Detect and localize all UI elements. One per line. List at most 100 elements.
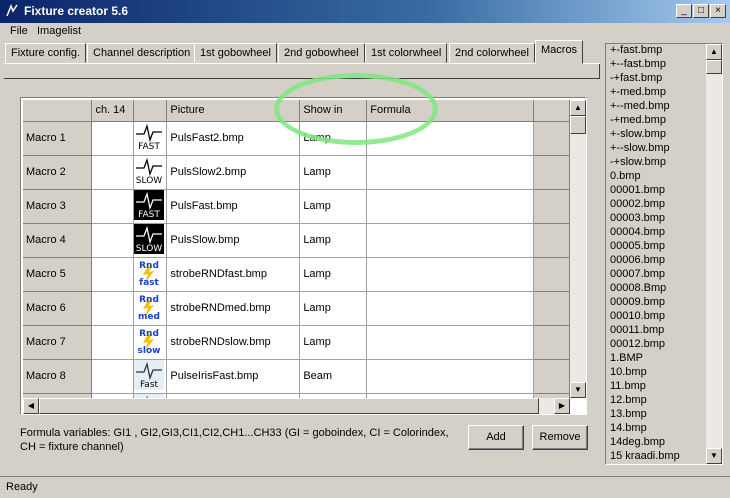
picture-cell[interactable]: PulsSlow2.bmp — [166, 155, 301, 190]
list-item[interactable]: 00003.bmp — [608, 212, 706, 226]
scroll-up-arrow-icon[interactable]: ▲ — [570, 100, 586, 116]
list-item[interactable]: 10.bmp — [608, 366, 706, 380]
grid-horizontal-scrollbar[interactable]: ◀ ▶ — [23, 398, 570, 414]
table-row[interactable]: Macro 1 FAST PulsFast2.bmp Lamp — [23, 121, 570, 156]
list-item[interactable]: 00008.Bmp — [608, 282, 706, 296]
list-item[interactable]: +--fast.bmp — [608, 58, 706, 72]
formula-cell[interactable] — [366, 121, 535, 156]
table-row[interactable]: Macro 6 Rnd med strobeRNDmed.bmp Lamp — [23, 291, 570, 326]
ch14-cell[interactable] — [91, 223, 135, 258]
formula-cell[interactable] — [366, 291, 535, 326]
show-in-cell[interactable]: Lamp — [299, 155, 368, 190]
tab-1st-gobowheel[interactable]: 1st gobowheel — [194, 43, 277, 63]
imagelist-box[interactable]: +-fast.bmp +--fast.bmp -+fast.bmp +-med.bmp… — [605, 43, 723, 465]
list-item[interactable]: -+fast.bmp — [608, 72, 706, 86]
scroll-left-arrow-icon[interactable]: ◀ — [23, 398, 39, 414]
header-formula[interactable]: Formula — [366, 100, 535, 122]
table-row[interactable]: Macro 5 Rnd fast strobeRNDfast.bmp Lamp — [23, 257, 570, 292]
tab-2nd-colorwheel[interactable]: 2nd colorwheel — [449, 43, 535, 63]
table-row[interactable]: Macro 8 Fast PulseIrisFast.bmp Beam — [23, 359, 570, 394]
picture-cell[interactable]: PulsFast.bmp — [166, 189, 301, 224]
minimize-button[interactable]: _ — [676, 4, 692, 18]
show-in-cell[interactable]: Lamp — [299, 223, 368, 258]
list-item[interactable]: 11.bmp — [608, 380, 706, 394]
list-item[interactable]: +--med.bmp — [608, 100, 706, 114]
tab-2nd-gobowheel[interactable]: 2nd gobowheel — [278, 43, 365, 63]
tab-channel-description[interactable]: Channel description — [87, 43, 197, 63]
list-item[interactable]: 13.bmp — [608, 408, 706, 422]
formula-cell[interactable] — [366, 189, 535, 224]
list-item[interactable]: 15 kraadi.bmp — [608, 450, 706, 464]
scroll-thumb[interactable] — [570, 116, 586, 134]
show-in-cell[interactable]: Lamp — [299, 325, 368, 360]
list-scroll-down-icon[interactable]: ▼ — [706, 448, 722, 464]
maximize-button[interactable]: □ — [693, 4, 709, 18]
ch14-cell[interactable] — [91, 155, 135, 190]
tab-fixture-config[interactable]: Fixture config. — [5, 43, 87, 63]
imagelist-scrollbar[interactable]: ▲ ▼ — [706, 44, 722, 464]
header-picture[interactable]: Picture — [166, 100, 301, 122]
list-item[interactable]: 14deg.bmp — [608, 436, 706, 450]
remove-button[interactable]: Remove — [532, 425, 588, 450]
list-scroll-up-icon[interactable]: ▲ — [706, 44, 722, 60]
ch14-cell[interactable] — [91, 189, 135, 224]
list-item[interactable]: 00010.bmp — [608, 310, 706, 324]
header-ch14[interactable]: ch. 14 — [91, 100, 135, 122]
ch14-cell[interactable] — [91, 121, 135, 156]
ch14-cell[interactable] — [91, 325, 135, 360]
ch14-cell[interactable] — [91, 359, 135, 394]
list-item[interactable]: +-fast.bmp — [608, 44, 706, 58]
list-item[interactable]: +-slow.bmp — [608, 128, 706, 142]
picture-cell[interactable]: strobeRNDmed.bmp — [166, 291, 301, 326]
list-item[interactable]: -+med.bmp — [608, 114, 706, 128]
table-row[interactable]: Macro 2 SLOW PulsSlow2.bmp Lamp — [23, 155, 570, 190]
table-row[interactable]: Macro 4 SLOW PulsSlow.bmp Lamp — [23, 223, 570, 258]
list-item[interactable]: 14.bmp — [608, 422, 706, 436]
formula-cell[interactable] — [366, 223, 535, 258]
list-item[interactable]: +--slow.bmp — [608, 142, 706, 156]
table-row[interactable]: Macro 7 Rnd slow strobeRNDslow.bmp Lamp — [23, 325, 570, 360]
tab-macros[interactable]: Macros — [535, 40, 584, 64]
list-scroll-thumb[interactable] — [706, 60, 722, 74]
list-item[interactable]: +-med.bmp — [608, 86, 706, 100]
scroll-down-arrow-icon[interactable]: ▼ — [570, 382, 586, 398]
list-item[interactable]: 00009.bmp — [608, 296, 706, 310]
list-item[interactable]: 12.bmp — [608, 394, 706, 408]
list-item[interactable]: 00005.bmp — [608, 240, 706, 254]
list-item[interactable]: -+slow.bmp — [608, 156, 706, 170]
add-button[interactable]: Add — [468, 425, 524, 450]
ch14-cell[interactable] — [91, 257, 135, 292]
table-row[interactable]: Macro 3 FAST PulsFast.bmp Lamp — [23, 189, 570, 224]
picture-cell[interactable]: strobeRNDfast.bmp — [166, 257, 301, 292]
list-item[interactable]: 0.bmp — [608, 170, 706, 184]
scroll-right-arrow-icon[interactable]: ▶ — [554, 398, 570, 414]
show-in-cell[interactable]: Beam — [299, 359, 368, 394]
show-in-cell[interactable]: Lamp — [299, 257, 368, 292]
list-item[interactable]: 00004.bmp — [608, 226, 706, 240]
show-in-cell[interactable]: Lamp — [299, 189, 368, 224]
formula-cell[interactable] — [366, 325, 535, 360]
menu-file[interactable]: File — [10, 25, 28, 37]
grid-vertical-scrollbar[interactable]: ▲ ▼ — [570, 100, 586, 398]
picture-cell[interactable]: PulsFast2.bmp — [166, 121, 301, 156]
formula-cell[interactable] — [366, 155, 535, 190]
show-in-cell[interactable]: Lamp — [299, 291, 368, 326]
formula-cell[interactable] — [366, 257, 535, 292]
close-button[interactable]: × — [710, 4, 726, 18]
list-item[interactable]: 1.BMP — [608, 352, 706, 366]
show-in-cell[interactable]: Lamp — [299, 121, 368, 156]
list-item[interactable]: 00006.bmp — [608, 254, 706, 268]
list-item[interactable]: 00007.bmp — [608, 268, 706, 282]
menu-imagelist[interactable]: Imagelist — [37, 25, 81, 37]
list-item[interactable]: 00012.bmp — [608, 338, 706, 352]
hscroll-thumb[interactable] — [39, 398, 539, 414]
list-item[interactable]: 00001.bmp — [608, 184, 706, 198]
list-item[interactable]: 00002.bmp — [608, 198, 706, 212]
formula-cell[interactable] — [366, 359, 535, 394]
picture-cell[interactable]: PulseIrisFast.bmp — [166, 359, 301, 394]
list-item[interactable]: 00011.bmp — [608, 324, 706, 338]
ch14-cell[interactable] — [91, 291, 135, 326]
picture-cell[interactable]: strobeRNDslow.bmp — [166, 325, 301, 360]
picture-cell[interactable]: PulsSlow.bmp — [166, 223, 301, 258]
header-show-in[interactable]: Show in — [299, 100, 368, 122]
